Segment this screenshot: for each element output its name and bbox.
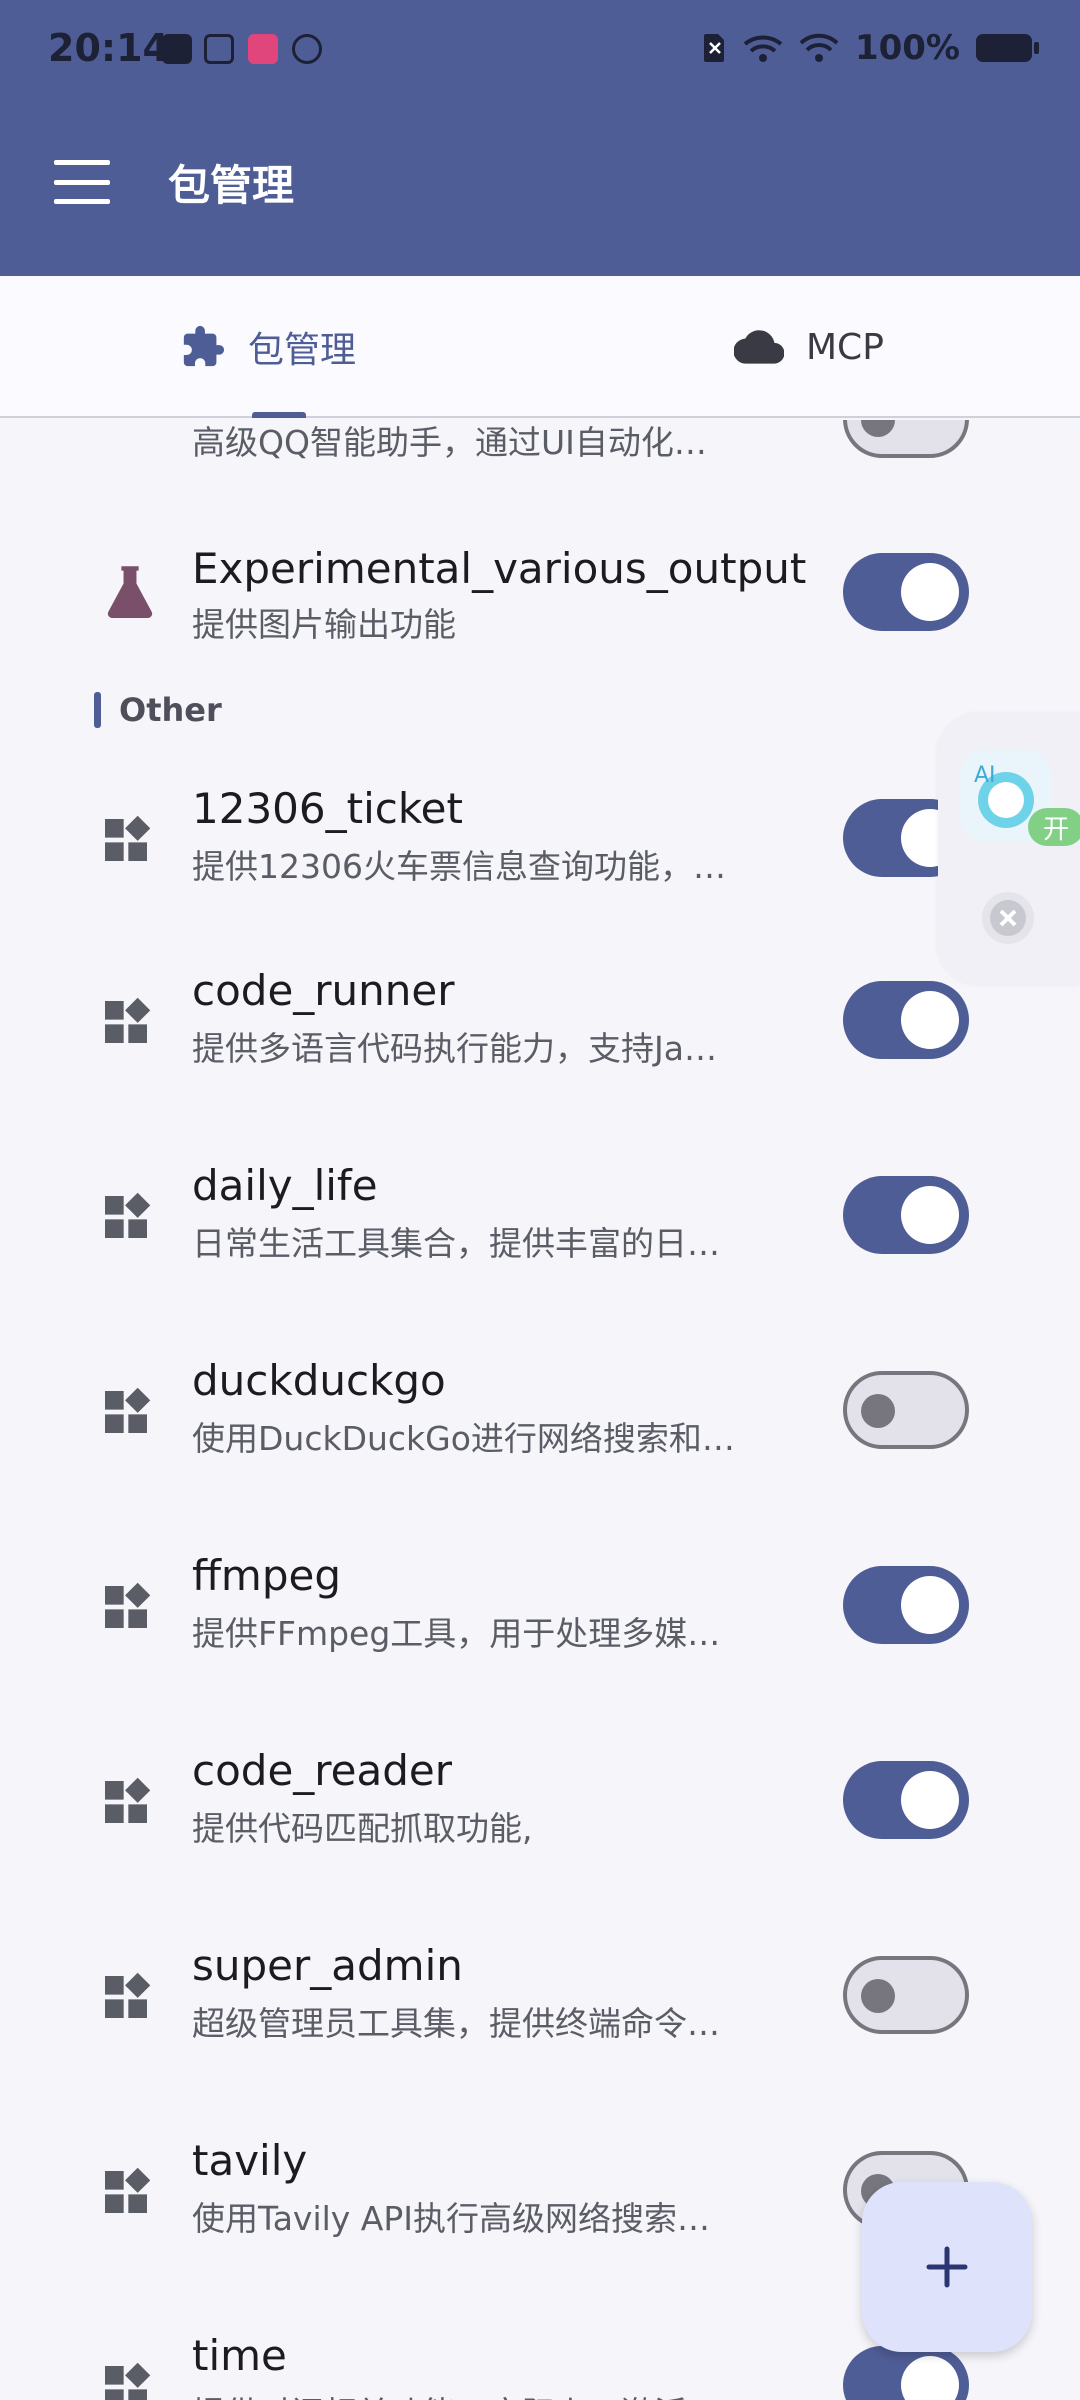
package-title: Experimental_various_output	[192, 544, 807, 593]
puzzle-icon	[183, 325, 225, 367]
list-item[interactable]: ffmpeg 提供FFmpeg工具，用于处理多媒…	[0, 1533, 1080, 1683]
widgets-icon	[105, 815, 151, 861]
package-desc: 提供图片输出功能	[192, 605, 456, 644]
battery-icon	[976, 34, 1039, 62]
status-time: 20:14	[48, 26, 169, 70]
notification-app-icon	[204, 34, 234, 64]
package-toggle[interactable]	[843, 2346, 969, 2400]
list-item-experimental[interactable]: Experimental_various_output 提供图片输出功能	[0, 520, 1080, 670]
sim-icon	[703, 34, 724, 62]
widgets-icon	[105, 2167, 151, 2213]
package-desc: 高级QQ智能助手，通过UI自动化…	[192, 423, 707, 462]
section-accent	[94, 692, 101, 728]
list-item[interactable]: 12306_ticket 提供12306火车票信息查询功能，…	[0, 766, 1080, 916]
signal-icon	[743, 35, 783, 62]
ai-assistant-panel: AI 开	[938, 714, 1080, 984]
widgets-icon	[105, 1192, 151, 1238]
list-item[interactable]: duckduckgo 使用DuckDuckGo进行网络搜索和…	[0, 1338, 1080, 1488]
package-toggle[interactable]	[843, 1176, 969, 1254]
package-title: 12306_ticket	[192, 784, 463, 833]
package-toggle[interactable]	[843, 1566, 969, 1644]
package-title: super_admin	[192, 1941, 463, 1990]
package-toggle[interactable]	[843, 981, 969, 1059]
package-desc: 提供时间相关功能，实际上，激活…	[192, 2387, 792, 2400]
package-desc: 提供代码匹配抓取功能,	[192, 1809, 533, 1848]
list-item[interactable]: code_reader 提供代码匹配抓取功能,	[0, 1728, 1080, 1878]
tab-packages[interactable]: 包管理	[180, 276, 356, 418]
package-desc: 超级管理员工具集，提供终端命令…	[192, 2004, 720, 2043]
list-item[interactable]: code_runner 提供多语言代码执行能力，支持Ja…	[0, 948, 1080, 1098]
package-toggle[interactable]	[843, 420, 969, 458]
package-toggle[interactable]	[843, 1761, 969, 1839]
cloud-icon	[734, 330, 784, 364]
ai-label: AI	[974, 763, 996, 788]
package-toggle[interactable]	[843, 1956, 969, 2034]
list-item[interactable]: 高级QQ智能助手，通过UI自动化…	[0, 420, 1080, 494]
status-bar: 20:14 100%	[0, 0, 1080, 100]
widgets-icon	[105, 2362, 151, 2400]
tab-packages-label: 包管理	[248, 330, 357, 371]
widgets-icon	[105, 1387, 151, 1433]
tab-mcp[interactable]: MCP	[734, 276, 884, 418]
status-right: 100%	[703, 28, 1039, 68]
flask-icon	[107, 566, 153, 618]
list-item[interactable]: daily_life 日常生活工具集合，提供丰富的日…	[0, 1143, 1080, 1293]
widgets-icon	[105, 997, 151, 1043]
package-list: 高级QQ智能助手，通过UI自动化… Experimental_various_o…	[0, 420, 1080, 2400]
tab-mcp-label: MCP	[806, 326, 884, 368]
widgets-icon	[105, 1582, 151, 1628]
package-desc: 使用Tavily API执行高级网络搜索…	[192, 2199, 711, 2238]
package-title: tavily	[192, 2136, 308, 2185]
widgets-icon	[105, 1972, 151, 2018]
package-toggle[interactable]	[843, 1371, 969, 1449]
package-toggle[interactable]	[843, 553, 969, 631]
widgets-icon	[105, 1777, 151, 1823]
section-header: Other	[94, 690, 222, 730]
tab-indicator	[252, 412, 306, 418]
close-icon	[990, 900, 1026, 936]
wifi-icon	[799, 33, 839, 62]
menu-icon	[54, 160, 110, 165]
app-header: 20:14 100% 包管理	[0, 0, 1080, 276]
package-title: duckduckgo	[192, 1356, 446, 1405]
package-title: code_reader	[192, 1746, 452, 1795]
menu-button[interactable]	[54, 160, 110, 204]
notification-bilibili-icon	[248, 34, 278, 64]
package-desc: 日常生活工具集合，提供丰富的日…	[192, 1224, 720, 1263]
page-title: 包管理	[168, 161, 295, 210]
ai-close-button[interactable]	[982, 892, 1034, 944]
package-desc: 使用DuckDuckGo进行网络搜索和…	[192, 1419, 735, 1458]
package-title: ffmpeg	[192, 1551, 342, 1600]
package-title: time	[192, 2331, 287, 2380]
add-package-button[interactable]	[862, 2182, 1032, 2352]
ai-open-badge: 开	[1028, 808, 1080, 846]
package-title: daily_life	[192, 1161, 378, 1210]
plus-icon	[926, 2246, 968, 2288]
package-desc: 提供FFmpeg工具，用于处理多媒…	[192, 1614, 721, 1653]
battery-percent: 100%	[854, 28, 960, 68]
tab-bar: 包管理 MCP	[0, 276, 1080, 418]
notification-app-icon	[162, 34, 192, 64]
package-desc: 提供多语言代码执行能力，支持Ja…	[192, 1029, 717, 1068]
section-title: Other	[119, 691, 222, 729]
list-item[interactable]: super_admin 超级管理员工具集，提供终端命令…	[0, 1923, 1080, 2073]
notification-app-icon	[292, 34, 322, 64]
package-title: code_runner	[192, 966, 455, 1015]
package-desc: 提供12306火车票信息查询功能，…	[192, 847, 726, 886]
